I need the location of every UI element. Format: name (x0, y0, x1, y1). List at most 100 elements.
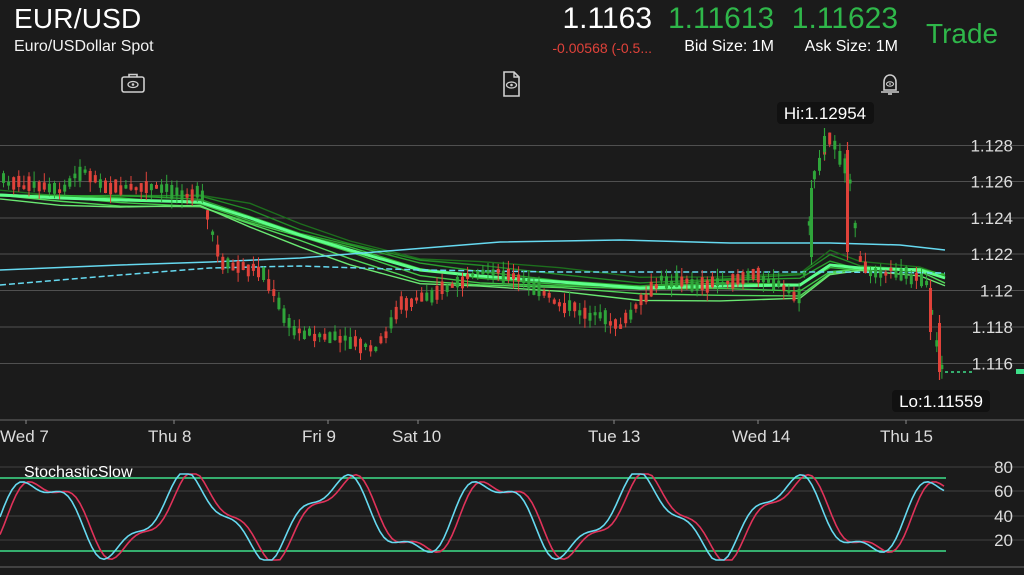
candle-body (810, 188, 813, 257)
ask-price: 1.11623 (791, 2, 898, 35)
candle-body (578, 310, 582, 316)
candle-body (767, 278, 770, 283)
candle-body (333, 331, 337, 340)
candle-body (58, 189, 62, 193)
candle-body (282, 308, 286, 323)
candle-body (619, 324, 623, 329)
candle-body (374, 346, 378, 351)
candle-body (721, 281, 725, 286)
candle-body (364, 343, 368, 347)
candle-body (685, 278, 689, 284)
low-label: Lo:1.11559 (892, 390, 990, 412)
candle-body (710, 276, 714, 287)
y-tick-label: 1.124 (970, 209, 1013, 228)
candle-body (501, 270, 505, 283)
candle-body (348, 336, 352, 349)
candle-body (512, 273, 515, 280)
candle-body (491, 269, 495, 277)
candle-body (7, 181, 11, 186)
symbol-description: Euro/USDollar Spot (14, 38, 154, 55)
candle-body (608, 321, 612, 326)
candle-body (257, 266, 260, 278)
candle-body (302, 330, 306, 339)
y-tick-label: 1.126 (970, 173, 1013, 192)
candle-body (624, 312, 628, 324)
candle-body (583, 307, 587, 319)
candle-body (736, 274, 740, 285)
candle-body (2, 173, 5, 183)
candle-body (297, 328, 301, 334)
candle-body (756, 267, 760, 283)
candle-body (761, 276, 765, 283)
candle-body (63, 184, 67, 192)
trade-button[interactable]: Trade (926, 18, 998, 50)
candle-body (53, 183, 56, 194)
candle-body (394, 306, 398, 320)
candle-body (114, 179, 118, 193)
stoch-d-line (0, 473, 945, 561)
candle-body (777, 280, 781, 287)
portfolio-eye-icon[interactable] (119, 70, 147, 98)
candle-body (160, 184, 164, 193)
x-tick-label: Tue 13 (588, 427, 640, 446)
candle-body (894, 270, 898, 278)
alert-bell-icon[interactable] (876, 70, 904, 98)
candle-body (537, 281, 541, 297)
candle-body (598, 312, 602, 319)
candle-body (170, 185, 174, 199)
candle-body (603, 310, 607, 325)
candle-body (731, 274, 735, 289)
candle-body (726, 280, 730, 284)
candle-body (751, 269, 755, 280)
x-tick-label: Thu 8 (148, 427, 191, 446)
candle-body (231, 262, 235, 271)
candle-body (904, 266, 908, 279)
candle-body (200, 190, 204, 202)
candle-body (384, 331, 388, 339)
candle-body (12, 177, 16, 190)
x-tick-label: Wed 7 (0, 427, 49, 446)
candle-body (680, 276, 684, 287)
x-tick-label: Sat 10 (392, 427, 441, 446)
candle-body (695, 281, 699, 291)
upper-band-line (0, 239, 946, 271)
x-tick-label: Thu 15 (880, 427, 933, 446)
candle-body (47, 183, 51, 193)
candle-body (741, 271, 745, 285)
stochastic-chart: 80 60 40 20 StochasticSlow (0, 460, 1024, 568)
y-tick-label: 1.128 (970, 137, 1013, 156)
candle-body (226, 258, 230, 269)
candle-body (471, 273, 475, 277)
svg-text:Lo:1.11559: Lo:1.11559 (899, 392, 983, 411)
candle-body (797, 288, 801, 304)
candle-body (929, 288, 932, 332)
candle-body (846, 150, 849, 252)
candle-body (287, 318, 291, 328)
candle-body (221, 256, 225, 270)
candle-body (455, 276, 459, 288)
candle-body (236, 260, 240, 273)
candle-body (542, 290, 546, 296)
document-eye-icon[interactable] (497, 70, 525, 98)
candle-body (517, 274, 521, 282)
candle-body (828, 132, 832, 145)
candle-body (461, 276, 464, 289)
candle-body (700, 277, 704, 291)
bid-size: Bid Size: 1M (684, 38, 774, 55)
candle-body (292, 326, 296, 336)
candle-body (772, 278, 776, 290)
candle-body (440, 281, 444, 294)
candle-body (690, 279, 694, 292)
candle-body (879, 269, 883, 278)
candle-body (139, 183, 143, 192)
candle-body (165, 183, 169, 192)
candle-body (614, 319, 617, 329)
candle-body (119, 185, 123, 195)
candle-body (68, 178, 72, 187)
candle-body (670, 280, 674, 287)
candle-body (802, 272, 806, 276)
candle-body (848, 179, 852, 184)
candle-body (241, 262, 245, 270)
candle-body (644, 294, 648, 303)
candle-body (818, 157, 821, 171)
